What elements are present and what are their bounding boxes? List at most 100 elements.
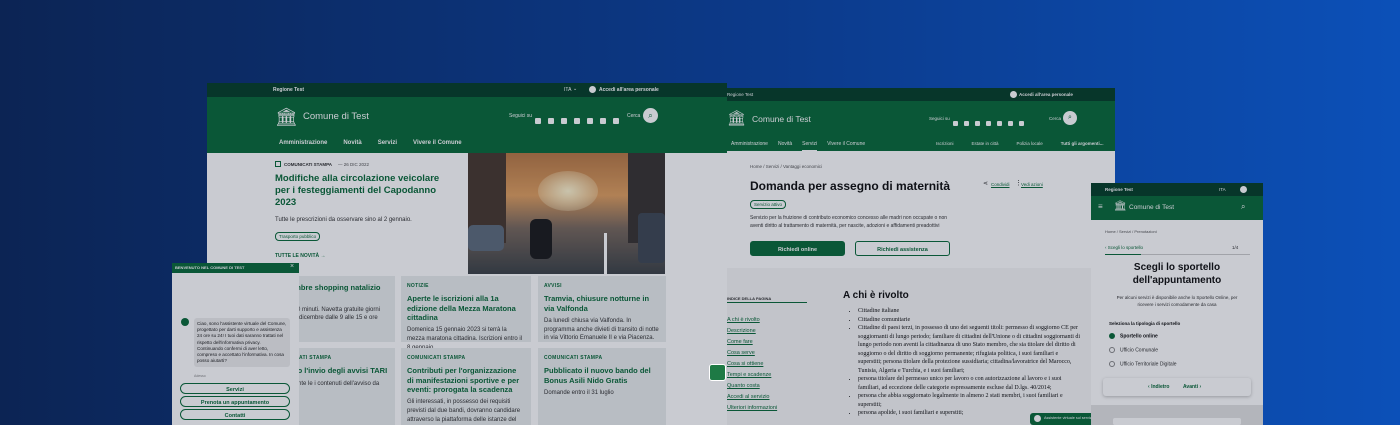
list-item: persona che abbia soggiornato legalmente… [858, 392, 1082, 409]
toc-progress [727, 302, 807, 303]
region-link[interactable]: Regione Test [273, 87, 304, 93]
toc-item[interactable]: A chi è rivolto [727, 317, 760, 323]
rss-icon[interactable] [600, 117, 606, 124]
step-count: 1/4 [1232, 245, 1239, 250]
close-icon[interactable]: × [290, 263, 294, 270]
youtube-icon[interactable] [561, 117, 567, 124]
service-description: Servizio per la fruizione di contributo … [750, 215, 948, 229]
news-card[interactable]: AVVISI Tramvia, chiusure notturne in via … [538, 276, 666, 342]
option-online[interactable]: Sportello online [1109, 333, 1158, 340]
social-icons [535, 112, 626, 130]
facebook-icon[interactable] [548, 117, 554, 124]
whatsapp-icon[interactable] [997, 121, 1002, 127]
header: 🏛 Comune di Test Seguici su Cerca ⌕ Ammi… [727, 101, 1115, 152]
radio-selected-icon [1109, 333, 1115, 339]
main-nav: Amministrazione Novità Servizi Vivere il Co… [731, 141, 901, 152]
telegram-icon[interactable] [587, 117, 593, 124]
nav-novita[interactable]: Novità [343, 140, 361, 146]
share-icon[interactable] [1019, 121, 1024, 127]
menu-icon[interactable]: ≡ [1098, 202, 1103, 211]
option-digitale[interactable]: Ufficio Territoriale Digitale [1109, 361, 1177, 368]
share-link[interactable]: Condividi [991, 182, 1010, 187]
toc-item[interactable]: Ulteriori informazioni [727, 405, 777, 411]
nav-iscrizioni[interactable]: Iscrizioni [936, 141, 954, 146]
toc-item[interactable]: Come fare [727, 339, 753, 345]
nav-servizi[interactable]: Servizi [802, 141, 818, 152]
road-marking [604, 233, 607, 274]
nav-estate[interactable]: Estate in città [972, 141, 999, 146]
twitter-icon[interactable] [953, 121, 958, 127]
search-icon[interactable]: ⌕ [1241, 202, 1245, 212]
nav-servizi[interactable]: Servizi [378, 140, 397, 146]
language-select[interactable]: ITA [564, 87, 571, 93]
login-link[interactable]: Accedi all'area personale [1019, 92, 1073, 97]
hero-tag[interactable]: Trasporto pubblico [275, 232, 321, 241]
page-title: Domanda per assegno di maternità [750, 179, 951, 193]
hero-date: — 26 DIC 2022 [338, 162, 370, 167]
search-icon[interactable]: ⌕ [643, 108, 658, 123]
car-right [638, 213, 665, 263]
breadcrumb[interactable]: Home / Servizi / Prenotazioni [1105, 229, 1157, 234]
site-name[interactable]: Comune di Test [303, 111, 369, 122]
assistant-icon [1034, 415, 1041, 422]
option-comunale[interactable]: Ufficio Comunale [1109, 347, 1158, 354]
youtube-icon[interactable] [975, 121, 980, 127]
linkedin-icon[interactable] [986, 121, 991, 127]
hero-title[interactable]: Modifiche alla circolazione veicolare pe… [275, 173, 453, 209]
nav-argomenti[interactable]: Tutti gli argomenti... [1061, 141, 1104, 146]
social-label: Seguici su [929, 116, 950, 121]
toc-item[interactable]: Cosa si ottiene [727, 361, 763, 367]
rss-icon[interactable] [1008, 121, 1013, 127]
user-icon [1240, 186, 1247, 193]
toc-item[interactable]: Descrizione [727, 328, 756, 334]
actions-link[interactable]: Vedi azioni [1021, 182, 1043, 187]
search-label: Cerca [627, 113, 641, 119]
news-card[interactable]: COMUNICATI STAMPA Pubblicato il nuovo ban… [538, 348, 666, 425]
language-select[interactable]: ITA [1219, 187, 1226, 192]
user-icon [589, 86, 596, 93]
facebook-icon[interactable] [964, 121, 969, 127]
chat-option-appointment[interactable]: Prenota un appuntamento [180, 396, 290, 407]
all-news-link[interactable]: TUTTE LE NOVITÀ → [275, 253, 326, 259]
toc-item[interactable]: Tempi e scadenze [727, 372, 771, 378]
request-assistance-button[interactable]: Richiedi assistenza [855, 241, 950, 256]
apply-online-button[interactable]: Richiedi online [750, 241, 845, 256]
social-icons [953, 115, 1030, 133]
site-name[interactable]: Comune di Test [1129, 204, 1174, 211]
nav-vivere-comune[interactable]: Vivere il Comune [827, 141, 865, 147]
next-button[interactable]: Avanti › [1183, 384, 1201, 390]
nav-amministrazione[interactable]: Amministrazione [731, 141, 768, 147]
nav-amministrazione[interactable]: Amministrazione [279, 140, 327, 146]
region-link[interactable]: Regione Test [727, 92, 753, 97]
share-icon[interactable]: ⋖ [983, 180, 988, 187]
news-card[interactable]: NOTIZIE Aperte le iscrizioni alla 1a ediz… [401, 276, 531, 351]
chevron-down-icon: ⌄ [573, 86, 578, 92]
social-label: Seguici su [509, 113, 533, 119]
service-window: Regione Test Accedi all'area personale 🏛… [727, 88, 1115, 425]
region-link[interactable]: Regione Test [1105, 187, 1133, 192]
share-icon[interactable] [613, 117, 619, 124]
top-bar: Regione Test ITA ⌄ Accedi all'area perso… [207, 83, 727, 97]
toc-item[interactable]: Accedi al servizio [727, 394, 770, 400]
back-button[interactable]: ‹ Indietro [1148, 384, 1169, 390]
site-name[interactable]: Comune di Test [752, 114, 811, 124]
nav-novita[interactable]: Novità [778, 141, 792, 147]
eligibility-list: Cittadine italiane Cittadine comunitarie… [852, 307, 1082, 418]
hero-image [468, 153, 665, 274]
chat-option-contatti[interactable]: Contatti [180, 409, 290, 420]
nav-vivere-comune[interactable]: Vivere il Comune [413, 140, 462, 146]
list-item: Cittadine di paesi terzi, in possesso di… [858, 324, 1082, 375]
chat-title: BENVENUTO NEL COMUNE DI TEST [175, 265, 245, 270]
toc-list: A chi è rivolto Descrizione Come fare Co… [727, 317, 807, 417]
nav-polizia[interactable]: Polizia locale [1017, 141, 1043, 146]
login-link[interactable]: Accedi all'area personale [599, 87, 659, 93]
toc-item[interactable]: Cosa serve [727, 350, 755, 356]
assistant-bot-icon[interactable] [709, 364, 726, 381]
whatsapp-icon[interactable] [574, 117, 580, 124]
twitter-icon[interactable] [535, 117, 541, 124]
search-icon[interactable]: ⌕ [1063, 111, 1077, 125]
news-card[interactable]: COMUNICATI STAMPA Contributi per l'organi… [401, 348, 531, 425]
chat-option-servizi[interactable]: Servizi [180, 383, 290, 394]
toc-item[interactable]: Quanto costa [727, 383, 760, 389]
breadcrumb[interactable]: Home / Servizi / Vantaggi economici [750, 164, 822, 169]
